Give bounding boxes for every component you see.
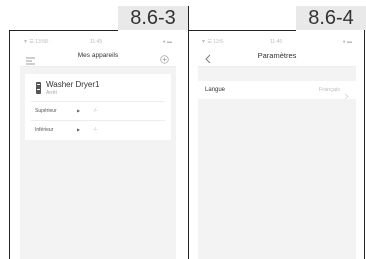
section-spacer	[198, 67, 356, 81]
frame-left-line	[9, 30, 10, 259]
status-right: ● ▬	[162, 39, 172, 45]
panel-label-8-6-3: 8.6-3	[118, 6, 188, 30]
device-status: Arrêt	[46, 90, 57, 96]
status-time: 11:45	[270, 39, 283, 45]
unit-arrow-icon: ▶	[77, 108, 81, 113]
header-bar: Mes appareils	[20, 46, 176, 67]
header-bar: Paramètres	[198, 46, 356, 67]
page-title: Mes appareils	[77, 52, 119, 59]
frame-top-right-line	[188, 30, 296, 31]
frame-right-line	[364, 30, 365, 259]
unit-value: -/-	[93, 127, 98, 133]
status-left: ▼ ☰ 13:5·	[201, 39, 225, 45]
unit-label: Inférieur	[35, 127, 54, 133]
status-bar: ▼ ☰ 13:5· 11:45 ● ▬	[198, 38, 356, 46]
status-bar: ▼ ☰ 13:58 · 11:45 ● ▬	[20, 38, 176, 46]
phone-screen-settings: ▼ ☰ 13:5· 11:45 ● ▬ Paramètres Langue Fr…	[198, 38, 356, 259]
device-card[interactable]: Washer Dryer1 Arrêt Supérieur ▶ -/- Infé…	[25, 74, 171, 140]
setting-label: Langue	[205, 87, 226, 93]
unit-label: Supérieur	[35, 108, 57, 114]
panel-label-8-6-4: 8.6-4	[296, 6, 366, 30]
washer-dryer-icon	[36, 82, 41, 94]
unit-row-lower[interactable]: Inférieur ▶ -/-	[31, 120, 165, 139]
unit-value: -/-	[93, 108, 98, 114]
unit-row-upper[interactable]: Supérieur ▶ -/-	[31, 101, 165, 120]
unit-arrow-icon: ▶	[77, 127, 81, 132]
add-circle-icon[interactable]	[160, 51, 169, 64]
frame-divider-line	[188, 6, 189, 259]
status-left: ▼ ☰ 13:58 ·	[23, 39, 51, 45]
chevron-right-icon	[344, 87, 349, 100]
phone-screen-devices: ▼ ☰ 13:58 · 11:45 ● ▬ Mes appareils Wash…	[20, 38, 176, 259]
status-right: ● ▬	[342, 39, 352, 45]
status-time: 11:45	[90, 39, 103, 45]
frame-top-left-line	[9, 30, 118, 31]
device-name: Washer Dryer1	[46, 80, 100, 89]
settings-row-language[interactable]: Langue Français	[198, 81, 356, 100]
setting-value: Français	[318, 87, 340, 93]
page-title: Paramètres	[257, 51, 297, 60]
